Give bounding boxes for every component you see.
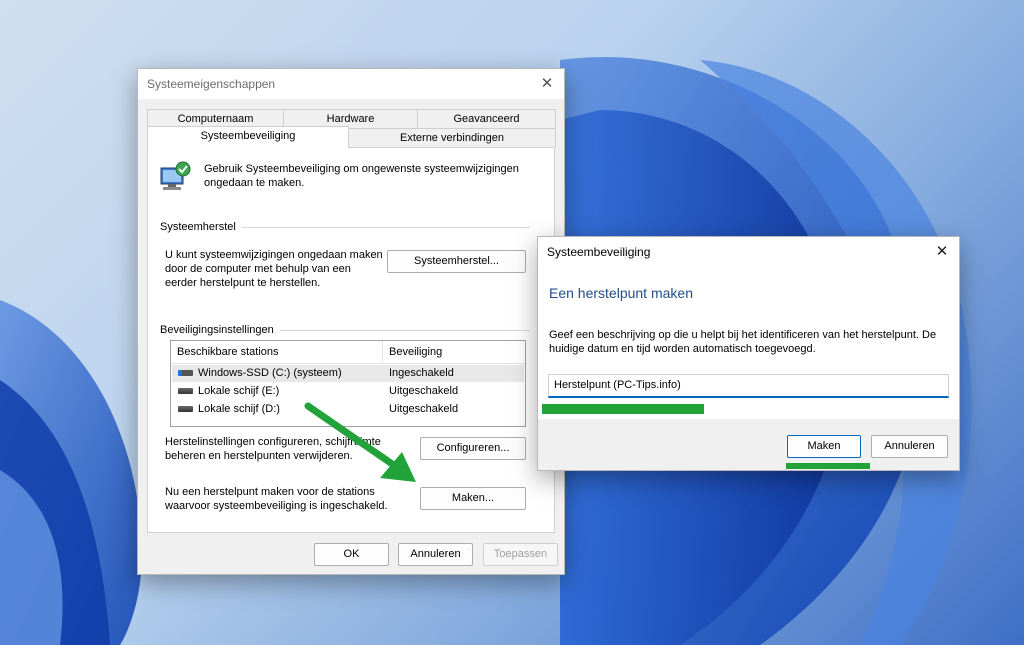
- tab-system-protection[interactable]: Systeembeveiliging: [147, 126, 349, 148]
- system-protection-icon: [160, 161, 191, 190]
- window-title: Systeemeigenschappen: [147, 77, 276, 91]
- drive-icon: [178, 370, 193, 376]
- list-header: Beschikbare stations Beveiliging: [171, 341, 525, 364]
- apply-button[interactable]: Toepassen: [483, 543, 558, 566]
- description-line-2: huidige datum en tijd worden automatisch…: [549, 343, 816, 355]
- dialog-heading: Een herstelpunt maken: [549, 285, 693, 301]
- create-button[interactable]: Maken: [787, 435, 861, 458]
- restore-text-3: eerder herstelpunt te herstellen.: [165, 277, 321, 289]
- close-icon[interactable]: ✕: [538, 75, 556, 93]
- station-name: Windows-SSD (C:) (systeem): [198, 367, 342, 379]
- ok-button[interactable]: OK: [314, 543, 389, 566]
- title-bar: Systeembeveiliging ✕: [538, 237, 959, 265]
- tab-remote[interactable]: Externe verbindingen: [348, 128, 556, 147]
- green-arrow-annotation: [304, 402, 416, 482]
- cancel-button[interactable]: Annuleren: [398, 543, 473, 566]
- restore-group-label: Systeemherstel: [160, 221, 242, 233]
- column-separator: [382, 341, 383, 363]
- intro-line-2: ongedaan te maken.: [204, 177, 305, 189]
- station-name: Lokale schijf (E:): [198, 385, 280, 397]
- system-properties-dialog: Systeemeigenschappen ✕ Computernaam Hard…: [137, 68, 565, 575]
- create-restore-point-button[interactable]: Maken...: [420, 487, 526, 510]
- restore-point-description-input[interactable]: Herstelpunt (PC-Tips.info): [548, 374, 949, 398]
- protection-status: Uitgeschakeld: [389, 385, 459, 397]
- column-stations[interactable]: Beschikbare stations: [177, 346, 279, 358]
- configure-button[interactable]: Configureren...: [420, 437, 526, 460]
- protection-status: Ingeschakeld: [389, 367, 454, 379]
- description-line-1: Geef een beschrijving op die u helpt bij…: [549, 329, 937, 341]
- cancel-button[interactable]: Annuleren: [871, 435, 948, 458]
- restore-text-2: door de computer met behulp van een: [165, 263, 351, 275]
- create-restore-point-dialog: Systeembeveiliging ✕ Een herstelpunt mak…: [537, 236, 960, 471]
- restore-text-1: U kunt systeemwijzigingen ongedaan maken: [165, 249, 383, 261]
- system-restore-button[interactable]: Systeemherstel...: [387, 250, 526, 273]
- drive-icon: [178, 388, 193, 394]
- intro-line-1: Gebruik Systeembeveiliging om ongewenste…: [204, 163, 519, 175]
- window-title: Systeembeveiliging: [547, 245, 651, 259]
- table-row[interactable]: Windows-SSD (C:) (systeem) Ingeschakeld: [172, 365, 524, 382]
- input-highlight-underline: [542, 404, 704, 414]
- title-bar: Systeemeigenschappen ✕: [138, 69, 564, 99]
- create-button-highlight: [786, 463, 870, 469]
- create-text-2: waarvoor systeembeveiliging is ingeschak…: [165, 500, 388, 512]
- protection-group-label: Beveiligingsinstellingen: [160, 324, 280, 336]
- tab-advanced[interactable]: Geavanceerd: [417, 109, 556, 128]
- column-protection[interactable]: Beveiliging: [389, 346, 442, 358]
- station-name: Lokale schijf (D:): [198, 403, 280, 415]
- drive-icon: [178, 406, 193, 412]
- close-icon[interactable]: ✕: [933, 243, 951, 261]
